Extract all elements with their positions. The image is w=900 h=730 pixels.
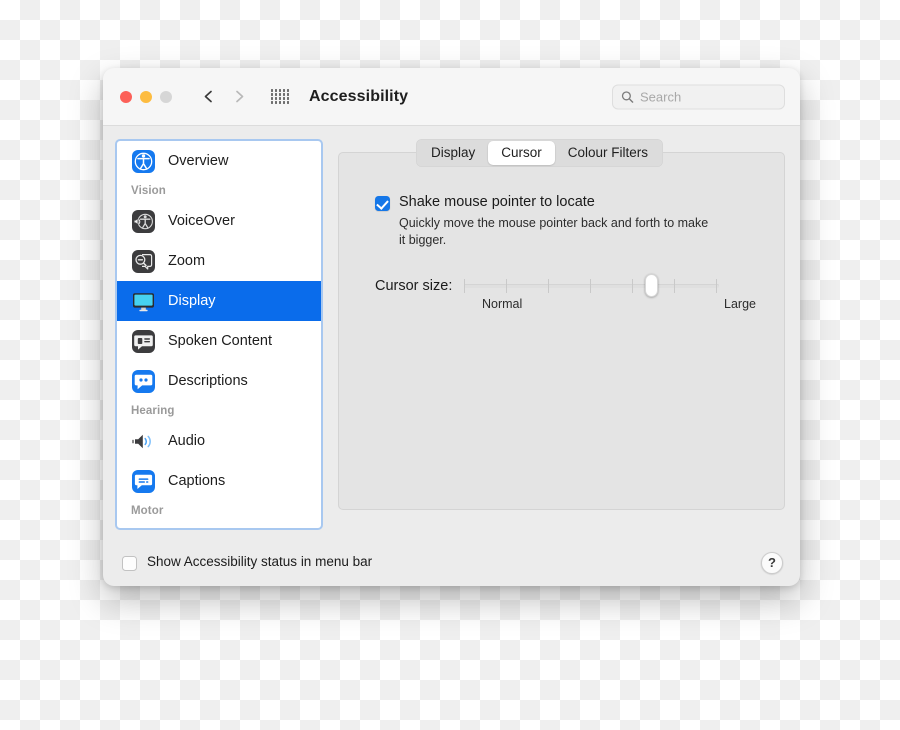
- chevron-right-icon[interactable]: [233, 90, 246, 103]
- captions-icon: [131, 469, 156, 494]
- slider-tick: [590, 278, 592, 293]
- audio-speaker-icon: [131, 429, 156, 454]
- tab-cursor[interactable]: Cursor: [488, 141, 555, 165]
- search-icon: [621, 90, 634, 103]
- cursor-size-slider[interactable]: [464, 273, 720, 297]
- menu-bar-status-label: Show Accessibility status in menu bar: [147, 554, 373, 570]
- display-monitor-icon: [131, 289, 156, 314]
- sidebar-item-overview[interactable]: Overview: [117, 141, 321, 181]
- slider-tick: [632, 278, 634, 293]
- cursor-settings-panel: Shake mouse pointer to locate Quickly mo…: [338, 152, 785, 510]
- content-area: Display Cursor Colour Filters Shake mous…: [338, 139, 785, 586]
- shake-pointer-description: Quickly move the mouse pointer back and …: [399, 216, 709, 248]
- search-input[interactable]: [640, 89, 776, 104]
- tab-colour-filters[interactable]: Colour Filters: [555, 141, 661, 165]
- accessibility-icon: [131, 149, 156, 174]
- slider-max-label: Large: [724, 296, 756, 311]
- chevron-left-icon[interactable]: [202, 90, 215, 103]
- slider-tick: [548, 278, 550, 293]
- voiceover-icon: [131, 209, 156, 234]
- zoom-button[interactable]: [160, 90, 172, 103]
- window-body: Overview Vision VoiceOver Zoom Display S…: [103, 126, 800, 586]
- accessibility-sidebar: Overview Vision VoiceOver Zoom Display S…: [115, 139, 323, 530]
- slider-tick: [674, 278, 676, 293]
- descriptions-icon: [131, 369, 156, 394]
- cursor-size-label: Cursor size:: [375, 277, 453, 294]
- sidebar-item-spoken-content[interactable]: Spoken Content: [117, 321, 321, 361]
- system-preferences-window: Accessibility Ove: [103, 68, 800, 586]
- slider-knob[interactable]: [645, 273, 659, 297]
- sidebar-item-voiceover[interactable]: VoiceOver: [117, 201, 321, 241]
- window-footer: Show Accessibility status in menu bar ?: [103, 539, 800, 586]
- sidebar-group-motor: Motor: [131, 505, 164, 517]
- question-mark-icon[interactable]: ?: [761, 551, 783, 574]
- shake-pointer-label: Shake mouse pointer to locate: [399, 194, 595, 210]
- sidebar-item-label: Display: [168, 293, 216, 309]
- tab-display[interactable]: Display: [418, 141, 488, 165]
- sidebar-item-captions[interactable]: Captions: [117, 461, 321, 501]
- tab-bar: Display Cursor Colour Filters: [416, 139, 664, 167]
- slider-track[interactable]: [464, 283, 720, 288]
- shake-pointer-checkbox[interactable]: [375, 196, 390, 211]
- sidebar-item-label: Captions: [168, 473, 226, 489]
- search-field[interactable]: [612, 84, 785, 109]
- slider-tick: [716, 278, 718, 293]
- sidebar-group-vision: Vision: [131, 185, 166, 197]
- spoken-content-icon: [131, 329, 156, 354]
- menu-bar-status-checkbox[interactable]: [122, 555, 137, 571]
- sidebar-item-descriptions[interactable]: Descriptions: [117, 361, 321, 401]
- zoom-magnifier-icon: [131, 249, 156, 274]
- sidebar-item-label: Spoken Content: [168, 333, 272, 349]
- page-title: Accessibility: [309, 87, 409, 105]
- sidebar-item-label: VoiceOver: [168, 213, 235, 229]
- minimize-button[interactable]: [140, 90, 152, 103]
- window-controls: [120, 90, 172, 103]
- slider-tick: [464, 278, 466, 293]
- menu-bar-status-row[interactable]: Show Accessibility status in menu bar: [122, 554, 373, 571]
- sidebar-item-audio[interactable]: Audio: [117, 421, 321, 461]
- navigation-buttons: [202, 90, 246, 103]
- sidebar-item-label: Descriptions: [168, 373, 248, 389]
- close-button[interactable]: [120, 90, 132, 103]
- cursor-size-row: Cursor size:: [375, 273, 784, 297]
- sidebar-group-hearing: Hearing: [131, 405, 175, 417]
- sidebar-item-label: Overview: [168, 153, 229, 169]
- show-all-grid-icon[interactable]: [271, 89, 289, 104]
- sidebar-item-display[interactable]: Display: [117, 281, 321, 321]
- sidebar-item-label: Zoom: [168, 253, 206, 269]
- slider-min-label: Normal: [482, 296, 523, 311]
- sidebar-item-label: Audio: [168, 433, 206, 449]
- sidebar-item-zoom[interactable]: Zoom: [117, 241, 321, 281]
- shake-pointer-row[interactable]: Shake mouse pointer to locate: [375, 194, 784, 211]
- window-titlebar: Accessibility: [103, 68, 800, 126]
- slider-tick: [506, 278, 508, 293]
- slider-end-labels: Normal Large: [482, 296, 756, 313]
